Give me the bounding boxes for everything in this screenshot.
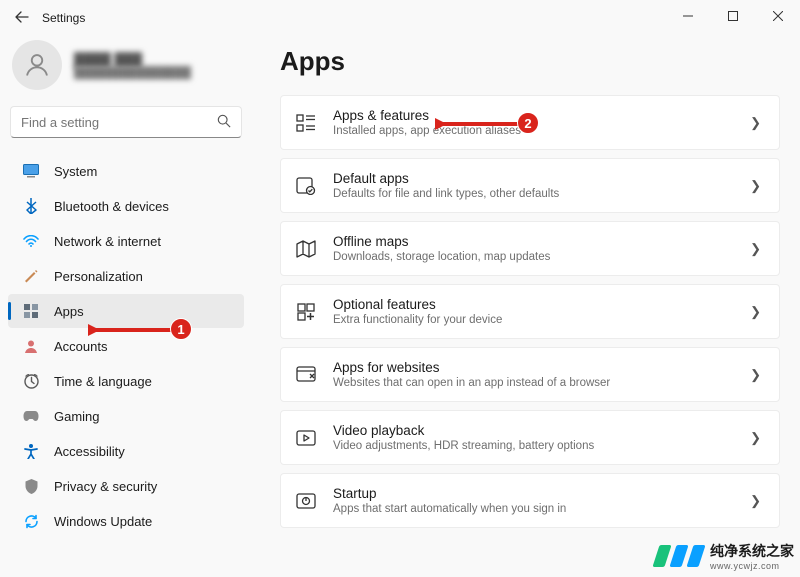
sidebar-item-accounts[interactable]: Accounts <box>8 329 244 363</box>
watermark-text: 纯净系统之家 <box>710 541 794 561</box>
chevron-right-icon: ❯ <box>750 367 765 383</box>
sidebar-item-accessibility[interactable]: Accessibility <box>8 434 244 468</box>
accessibility-icon <box>22 444 40 459</box>
startup-icon <box>295 493 317 509</box>
card-apps-features[interactable]: Apps & features Installed apps, app exec… <box>280 95 780 150</box>
card-offline-maps[interactable]: Offline maps Downloads, storage location… <box>280 221 780 276</box>
gaming-icon <box>22 410 40 422</box>
sidebar-item-gaming[interactable]: Gaming <box>8 399 244 433</box>
card-default-apps[interactable]: Default apps Defaults for file and link … <box>280 158 780 213</box>
watermark: 纯净系统之家 www.ycwjz.com <box>656 541 794 571</box>
watermark-logo <box>656 545 704 567</box>
minimize-button[interactable] <box>665 0 710 32</box>
sidebar: ████ ███ ███████████████ System Bluetoot… <box>0 36 250 577</box>
apps-websites-icon <box>295 366 317 384</box>
card-video-playback[interactable]: Video playback Video adjustments, HDR st… <box>280 410 780 465</box>
chevron-right-icon: ❯ <box>750 178 765 194</box>
search-icon <box>217 114 231 131</box>
sidebar-item-bluetooth[interactable]: Bluetooth & devices <box>8 189 244 223</box>
card-desc: Websites that can open in an app instead… <box>333 377 734 389</box>
time-icon <box>22 374 40 389</box>
sidebar-item-label: Bluetooth & devices <box>54 199 169 214</box>
apps-icon <box>22 304 40 318</box>
chevron-right-icon: ❯ <box>750 493 765 509</box>
sidebar-item-network[interactable]: Network & internet <box>8 224 244 258</box>
maximize-button[interactable] <box>710 0 755 32</box>
accounts-icon <box>22 339 40 353</box>
sidebar-item-label: System <box>54 164 97 179</box>
chevron-right-icon: ❯ <box>750 115 765 131</box>
card-desc: Apps that start automatically when you s… <box>333 503 734 515</box>
sidebar-item-label: Privacy & security <box>54 479 157 494</box>
card-title: Optional features <box>333 297 734 312</box>
sidebar-item-system[interactable]: System <box>8 154 244 188</box>
sidebar-item-label: Accessibility <box>54 444 125 459</box>
avatar <box>12 40 62 90</box>
page-title: Apps <box>280 46 780 77</box>
card-desc: Video adjustments, HDR streaming, batter… <box>333 440 734 452</box>
sidebar-item-label: Windows Update <box>54 514 152 529</box>
watermark-url: www.ycwjz.com <box>710 561 794 571</box>
account-name: ████ ███ <box>74 52 191 67</box>
chevron-right-icon: ❯ <box>750 304 765 320</box>
close-button[interactable] <box>755 0 800 32</box>
nav-list: System Bluetooth & devices Network & int… <box>8 154 244 538</box>
sidebar-item-time[interactable]: Time & language <box>8 364 244 398</box>
update-icon <box>22 514 40 529</box>
sidebar-item-label: Gaming <box>54 409 100 424</box>
sidebar-item-label: Personalization <box>54 269 143 284</box>
card-title: Startup <box>333 486 734 501</box>
offline-maps-icon <box>295 240 317 258</box>
card-title: Apps for websites <box>333 360 734 375</box>
bluetooth-icon <box>22 198 40 214</box>
sidebar-item-update[interactable]: Windows Update <box>8 504 244 538</box>
account-email: ███████████████ <box>74 67 191 79</box>
network-icon <box>22 235 40 247</box>
card-apps-websites[interactable]: Apps for websites Websites that can open… <box>280 347 780 402</box>
card-title: Video playback <box>333 423 734 438</box>
card-optional-features[interactable]: Optional features Extra functionality fo… <box>280 284 780 339</box>
card-desc: Extra functionality for your device <box>333 314 734 326</box>
card-startup[interactable]: Startup Apps that start automatically wh… <box>280 473 780 528</box>
card-desc: Downloads, storage location, map updates <box>333 251 734 263</box>
search-field[interactable] <box>21 115 217 130</box>
card-desc: Defaults for file and link types, other … <box>333 188 734 200</box>
apps-features-icon <box>295 114 317 132</box>
sidebar-item-label: Network & internet <box>54 234 161 249</box>
system-icon <box>22 164 40 178</box>
card-title: Apps & features <box>333 108 734 123</box>
sidebar-item-privacy[interactable]: Privacy & security <box>8 469 244 503</box>
chevron-right-icon: ❯ <box>750 430 765 446</box>
sidebar-item-apps[interactable]: Apps <box>8 294 244 328</box>
search-input[interactable] <box>10 106 242 138</box>
default-apps-icon <box>295 177 317 195</box>
card-title: Offline maps <box>333 234 734 249</box>
video-playback-icon <box>295 430 317 446</box>
personalization-icon <box>22 268 40 284</box>
back-button[interactable] <box>10 10 34 26</box>
main-content: Apps Apps & features Installed apps, app… <box>250 36 800 577</box>
cards-list: Apps & features Installed apps, app exec… <box>280 95 780 532</box>
card-desc: Installed apps, app execution aliases <box>333 125 734 137</box>
privacy-icon <box>22 479 40 494</box>
optional-features-icon <box>295 303 317 321</box>
window-title: Settings <box>42 11 85 25</box>
chevron-right-icon: ❯ <box>750 241 765 257</box>
card-title: Default apps <box>333 171 734 186</box>
sidebar-item-label: Apps <box>54 304 84 319</box>
sidebar-item-label: Time & language <box>54 374 152 389</box>
account-block[interactable]: ████ ███ ███████████████ <box>8 40 244 102</box>
sidebar-item-personalization[interactable]: Personalization <box>8 259 244 293</box>
sidebar-item-label: Accounts <box>54 339 107 354</box>
